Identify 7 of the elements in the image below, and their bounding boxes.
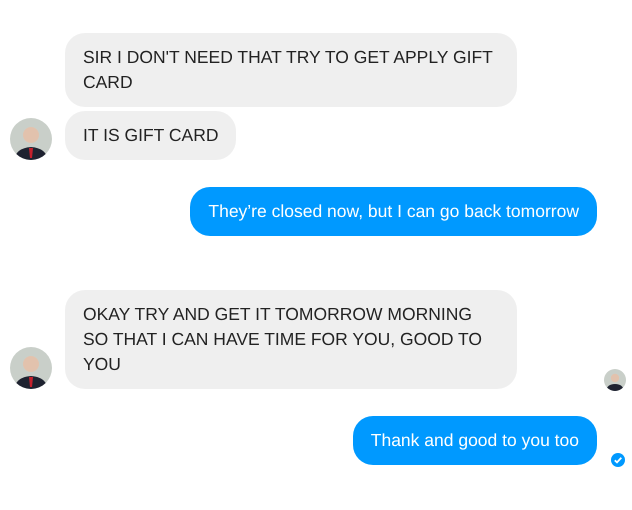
message-bubble: They’re closed now, but I can go back tomorrow [190,187,597,236]
avatar[interactable] [10,347,52,389]
avatar[interactable] [10,118,52,160]
message-bubble: Thank and good to you too [352,416,597,465]
message-bubble: IT IS GIFT CARD [65,111,236,160]
message-bubble: OKAY TRY AND GET IT TOMORROW MORNING SO THAT I CAN HAVE TIME FOR YOU, GOOD TO YOU [65,290,517,389]
message-bubble: SIR I DON'T NEED THAT TRY TO GET APPLY GIFT CARD [65,33,517,107]
